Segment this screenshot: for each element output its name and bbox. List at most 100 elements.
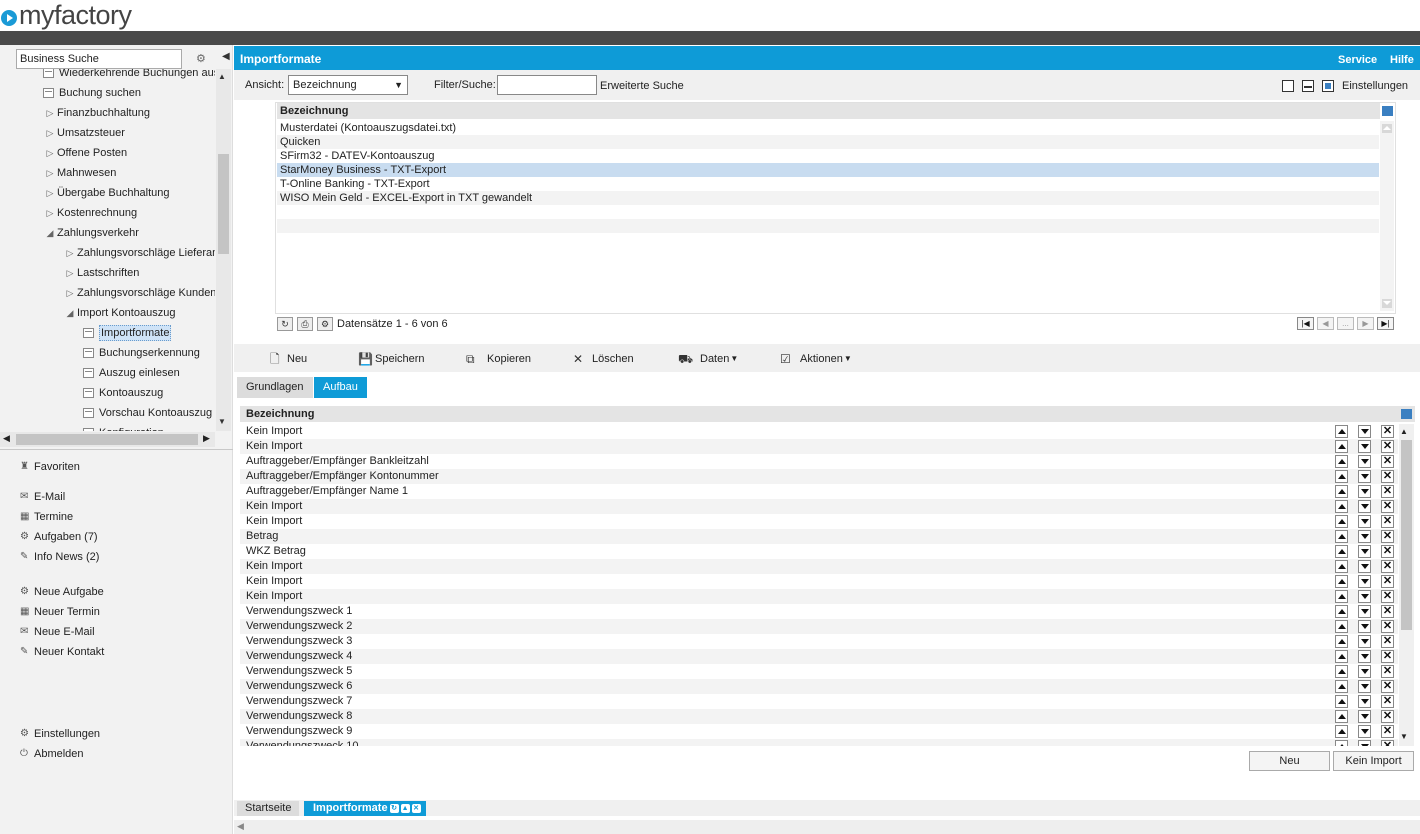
- move-down-icon[interactable]: [1358, 635, 1371, 648]
- scroll-left-icon[interactable]: ◀: [3, 433, 10, 444]
- einstellungen-link[interactable]: ⚙ Einstellungen: [20, 726, 100, 742]
- table-row[interactable]: Verwendungszweck 1 ✕: [240, 604, 1398, 619]
- table-row[interactable]: Verwendungszweck 5 ✕: [240, 664, 1398, 679]
- expanded-arrow-icon[interactable]: ◢: [63, 303, 77, 323]
- move-down-icon[interactable]: [1358, 470, 1371, 483]
- move-up-icon[interactable]: [1335, 680, 1348, 693]
- refresh-icon[interactable]: ↻: [277, 317, 293, 331]
- move-up-icon[interactable]: [1335, 740, 1348, 746]
- move-up-icon[interactable]: [1335, 605, 1348, 618]
- move-down-icon[interactable]: [1358, 485, 1371, 498]
- daten-menu[interactable]: ⛟ Daten ▼: [678, 351, 738, 367]
- remove-icon[interactable]: ✕: [1381, 650, 1394, 663]
- erweiterte-suche-link[interactable]: Erweiterte Suche: [600, 80, 684, 92]
- sidebar-item[interactable]: ▷ Umsatzsteuer: [43, 123, 125, 143]
- remove-icon[interactable]: ✕: [1381, 470, 1394, 483]
- table-row[interactable]: StarMoney Business - TXT-Export: [277, 163, 1379, 177]
- move-down-icon[interactable]: [1358, 545, 1371, 558]
- sidebar-item[interactable]: ▷ Übergabe Buchhaltung: [43, 183, 170, 203]
- remove-icon[interactable]: ✕: [1381, 665, 1394, 678]
- neu-row-button[interactable]: Neu: [1249, 751, 1330, 771]
- bottom-tab-importformate[interactable]: Importformate ↻ ▲ ✕: [304, 801, 426, 816]
- move-up-icon[interactable]: [1335, 590, 1348, 603]
- table-row[interactable]: T-Online Banking - TXT-Export: [277, 177, 1379, 191]
- collapsed-arrow-icon[interactable]: ▷: [43, 203, 57, 223]
- sidebar-item[interactable]: ▷ Finanzbuchhaltung: [43, 103, 150, 123]
- move-up-icon[interactable]: [1335, 695, 1348, 708]
- scroll-up-icon[interactable]: ▲: [1400, 427, 1408, 436]
- remove-icon[interactable]: ✕: [1381, 530, 1394, 543]
- scroll-down-icon[interactable]: ▼: [1400, 732, 1408, 741]
- table-row[interactable]: Kein Import ✕: [240, 499, 1398, 514]
- scroll-up-icon[interactable]: ▲: [218, 72, 226, 81]
- sidebar-item[interactable]: ▷ Kostenrechnung: [43, 203, 138, 223]
- hilfe-link[interactable]: Hilfe: [1390, 54, 1414, 66]
- collapsed-arrow-icon[interactable]: ▷: [63, 283, 77, 303]
- table-row[interactable]: Verwendungszweck 3 ✕: [240, 634, 1398, 649]
- column-chooser-icon[interactable]: [1382, 106, 1393, 116]
- sidebar-item[interactable]: ▷ Lastschriften: [63, 263, 140, 283]
- termine-link[interactable]: ▦ Termine: [20, 509, 73, 525]
- table-row[interactable]: Verwendungszweck 2 ✕: [240, 619, 1398, 634]
- move-down-icon[interactable]: [1358, 680, 1371, 693]
- view-split-icon[interactable]: [1302, 80, 1314, 92]
- move-down-icon[interactable]: [1358, 560, 1371, 573]
- search-settings-icon[interactable]: ⚙: [196, 52, 206, 65]
- sidebar-item[interactable]: Wiederkehrende Buchungen aus: [43, 69, 215, 83]
- move-down-icon[interactable]: [1358, 455, 1371, 468]
- sidebar-item[interactable]: ◢ Zahlungsverkehr: [43, 223, 139, 243]
- collapse-sidebar-icon[interactable]: ◀: [222, 51, 230, 62]
- move-down-icon[interactable]: [1358, 590, 1371, 603]
- sidebar-item[interactable]: Buchungserkennung: [83, 343, 200, 363]
- table-row[interactable]: Kein Import ✕: [240, 514, 1398, 529]
- expanded-arrow-icon[interactable]: ◢: [43, 223, 57, 243]
- move-up-icon[interactable]: [1335, 650, 1348, 663]
- remove-icon[interactable]: ✕: [1381, 440, 1394, 453]
- tree-vertical-scrollbar[interactable]: ▲ ▼: [216, 69, 231, 431]
- print-icon[interactable]: ⎙: [297, 317, 313, 331]
- table-row[interactable]: Quicken: [277, 135, 1379, 149]
- service-link[interactable]: Service: [1338, 54, 1377, 66]
- move-up-icon[interactable]: [1335, 530, 1348, 543]
- sidebar-item[interactable]: Buchung suchen: [43, 83, 141, 103]
- move-down-icon[interactable]: [1358, 695, 1371, 708]
- neue-email-link[interactable]: ✉ Neue E-Mail: [20, 624, 95, 640]
- collapsed-arrow-icon[interactable]: ▷: [43, 183, 57, 203]
- table-row[interactable]: Kein Import ✕: [240, 424, 1398, 439]
- table-row[interactable]: Auftraggeber/Empfänger Name 1 ✕: [240, 484, 1398, 499]
- neue-aufgabe-link[interactable]: ⚙ Neue Aufgabe: [20, 584, 104, 600]
- sidebar-item[interactable]: Vorschau Kontoauszug: [83, 403, 212, 423]
- kein-import-button[interactable]: Kein Import: [1333, 751, 1414, 771]
- remove-icon[interactable]: ✕: [1381, 695, 1394, 708]
- move-up-icon[interactable]: [1335, 725, 1348, 738]
- table-row[interactable]: Kein Import ✕: [240, 439, 1398, 454]
- tree-horizontal-scrollbar[interactable]: ◀ ▶: [0, 432, 215, 447]
- table-row[interactable]: Kein Import ✕: [240, 574, 1398, 589]
- lower-grid-header[interactable]: Bezeichnung: [240, 406, 1415, 422]
- move-up-icon[interactable]: [1335, 635, 1348, 648]
- move-down-icon[interactable]: [1358, 665, 1371, 678]
- upper-grid-scrollbar[interactable]: [1380, 121, 1394, 311]
- collapsed-arrow-icon[interactable]: ▷: [43, 123, 57, 143]
- table-row[interactable]: Kein Import ✕: [240, 589, 1398, 604]
- move-up-icon[interactable]: [1335, 440, 1348, 453]
- move-down-icon[interactable]: [1358, 725, 1371, 738]
- remove-icon[interactable]: ✕: [1381, 680, 1394, 693]
- sidebar-item[interactable]: ▷ Zahlungsvorschläge Kunden: [63, 283, 215, 303]
- favoriten-link[interactable]: ♜ Favoriten: [20, 459, 80, 475]
- move-down-icon[interactable]: [1358, 710, 1371, 723]
- scroll-up-icon[interactable]: [1382, 124, 1392, 133]
- remove-icon[interactable]: ✕: [1381, 455, 1394, 468]
- sidebar-item[interactable]: Auszug einlesen: [83, 363, 180, 383]
- next-page-icon[interactable]: ▶: [1357, 317, 1374, 330]
- move-up-icon[interactable]: [1335, 485, 1348, 498]
- move-up-icon[interactable]: [1335, 665, 1348, 678]
- view-detail-icon[interactable]: [1322, 80, 1334, 92]
- page-ellipsis[interactable]: ...: [1337, 317, 1354, 330]
- sidebar-item[interactable]: ▷ Mahnwesen: [43, 163, 117, 183]
- scroll-down-icon[interactable]: ▼: [218, 417, 226, 426]
- remove-icon[interactable]: ✕: [1381, 485, 1394, 498]
- email-link[interactable]: ✉ E-Mail: [20, 489, 65, 505]
- loeschen-button[interactable]: ✕ Löschen: [573, 351, 634, 367]
- table-row[interactable]: Betrag ✕: [240, 529, 1398, 544]
